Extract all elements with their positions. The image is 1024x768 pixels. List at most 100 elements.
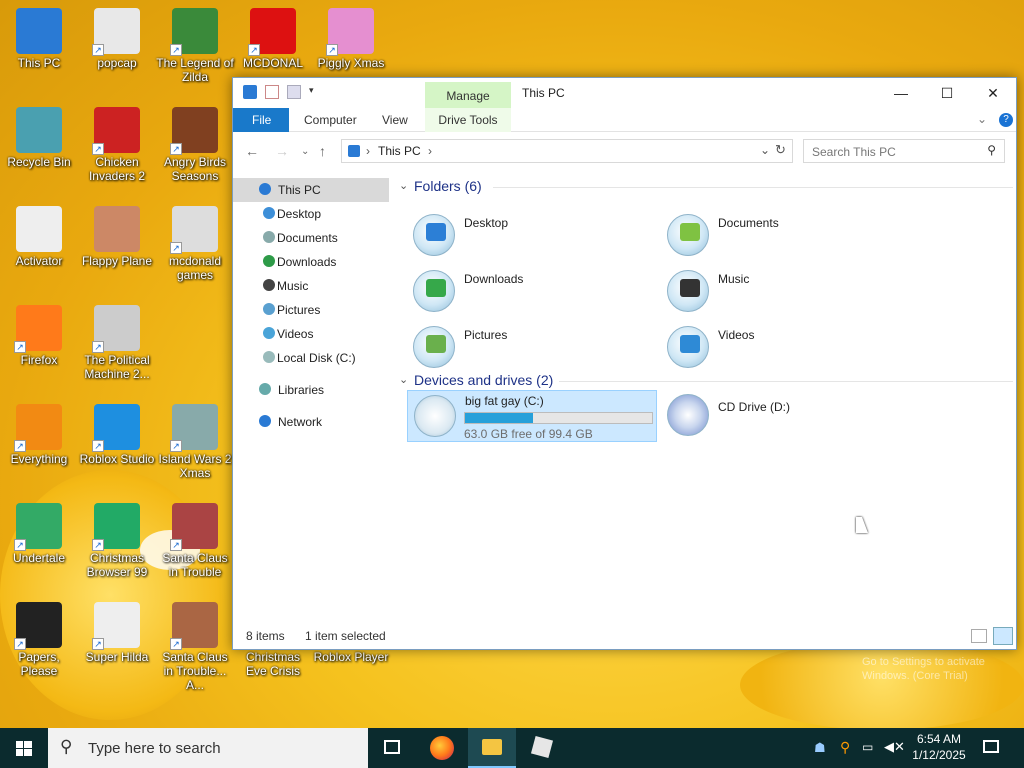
tab-file[interactable]: File (233, 108, 290, 132)
desktop-icon[interactable]: ↗ The Political Machine 2... (78, 305, 156, 381)
folder-icon (667, 326, 709, 368)
desktop-icon[interactable]: ↗ mcdonald games (156, 206, 234, 282)
folder-tile[interactable]: Desktop (407, 210, 657, 262)
forward-button[interactable]: → (275, 143, 289, 159)
up-button[interactable]: ↑ (319, 143, 326, 159)
folder-icon (667, 214, 709, 256)
address-bar[interactable]: › This PC › ⌄ (341, 139, 793, 163)
folder-tile[interactable]: Documents (661, 210, 911, 262)
nav-item[interactable]: Pictures (233, 298, 389, 322)
nav-item[interactable]: Network (233, 410, 389, 434)
nav-item[interactable]: Videos (233, 322, 389, 346)
desktop-icon[interactable]: ↗ Piggly Xmas (312, 8, 390, 70)
nav-item[interactable]: Documents (233, 226, 389, 250)
desktop-icon[interactable]: Flappy Plane (78, 206, 156, 268)
desktop-icon[interactable]: ↗ Santa Claus in Trouble (156, 503, 234, 579)
nav-item-label: This PC (278, 183, 321, 197)
desktop-icon[interactable]: This PC (0, 8, 78, 70)
drives-group-header[interactable]: ⌄ Devices and drives (2) (399, 372, 1013, 390)
app-icon: ↗ (14, 602, 62, 650)
desktop-icon[interactable]: ↗ MCDONAL (234, 8, 312, 70)
taskbar: ⚲ Type here to search ☗ ⚲ ▭ ◀✕ 6:54 AM 1… (0, 728, 1024, 768)
desktop-icon[interactable]: ↗ Chicken Invaders 2 (78, 107, 156, 183)
desktop-icon[interactable]: ↗ Firefox (0, 305, 78, 367)
folder-tile[interactable]: Music (661, 266, 911, 318)
desktop-icon[interactable]: ↗ Roblox Studio (78, 404, 156, 466)
nav-item-label: Network (278, 415, 323, 429)
app-icon: ↗ (92, 305, 140, 353)
desktop-icon[interactable]: ↗ Angry Birds Seasons (156, 107, 234, 183)
desktop-icon-label: Papers, Please (18, 650, 60, 678)
desktop-icon[interactable]: ↗ Everything (0, 404, 78, 466)
desktop-icon[interactable]: ↗ Super Hilda (78, 602, 156, 664)
close-button[interactable]: ✕ (970, 78, 1016, 108)
nav-item[interactable]: This PC (233, 178, 389, 202)
tab-view[interactable]: View (369, 108, 421, 132)
folders-group-header[interactable]: ⌄ Folders (6) (399, 178, 1013, 196)
shortcut-arrow-icon: ↗ (92, 539, 104, 551)
navigation-pane: This PC Desktop Documents Downloads Music Pic… (233, 178, 389, 434)
desktop-icon-label: This PC (17, 56, 61, 70)
address-dropdown-icon[interactable]: ⌄ (760, 143, 770, 157)
properties-icon[interactable] (265, 85, 279, 99)
drive-c[interactable]: big fat gay (C:) 63.0 GB free of 99.4 GB (407, 390, 657, 442)
search-icon: ⚲ (60, 737, 73, 756)
tab-computer[interactable]: Computer (291, 108, 370, 132)
desktop-icon[interactable]: ↗ The Legend of Zilda (156, 8, 234, 84)
volume-muted-icon[interactable]: ◀✕ (884, 739, 905, 755)
nav-item-icon (263, 351, 275, 363)
notifications-icon[interactable] (983, 740, 999, 753)
desktop-icon-label: Super Hilda (85, 650, 149, 664)
network-icon[interactable]: ▭ (862, 740, 873, 754)
desktop-icon[interactable]: ↗ Santa Claus in Trouble... A... (156, 602, 234, 692)
folder-tile[interactable]: Videos (661, 322, 911, 374)
start-button[interactable] (0, 728, 48, 768)
customize-qat-icon[interactable]: ▾ (309, 85, 317, 99)
desktop-icon[interactable]: Activator (0, 206, 78, 268)
file-explorer-taskbar-button[interactable] (468, 728, 516, 768)
nav-item[interactable]: Local Disk (C:) (233, 346, 389, 370)
minimize-button[interactable]: — (878, 78, 924, 108)
folder-icon (482, 739, 502, 755)
desktop-icon[interactable]: ↗ popcap (78, 8, 156, 70)
task-view-button[interactable] (368, 728, 416, 768)
desktop-icon-label: Roblox Studio (79, 452, 155, 466)
nav-item[interactable]: Music (233, 274, 389, 298)
desktop-icon[interactable]: ↗ Papers, Please (0, 602, 78, 678)
maximize-button[interactable]: ☐ (924, 78, 970, 108)
recent-locations-button[interactable]: ⌄ (301, 146, 309, 157)
breadcrumb-this-pc[interactable]: This PC (378, 144, 421, 158)
taskbar-search-box[interactable]: ⚲ Type here to search (48, 728, 368, 768)
app-icon (94, 206, 140, 252)
desktop-icon[interactable]: ↗ Christmas Browser 99 (78, 503, 156, 579)
drive-c-usage-bar (464, 412, 653, 424)
tab-drive-tools[interactable]: Drive Tools (425, 108, 511, 132)
desktop-icon[interactable]: Recycle Bin (0, 107, 78, 169)
search-tool-icon[interactable]: ⚲ (840, 739, 850, 756)
firefox-taskbar-button[interactable] (418, 728, 466, 768)
content-pane: ⌄ Folders (6) Desktop Documents Downloads M… (399, 178, 1013, 450)
search-box[interactable]: Search This PC ⚲ (803, 139, 1005, 163)
drives-grid: big fat gay (C:) 63.0 GB free of 99.4 GB… (399, 390, 1009, 450)
roblox-taskbar-button[interactable] (518, 728, 566, 768)
app-icon (16, 8, 62, 54)
refresh-icon[interactable]: ↻ (775, 142, 786, 158)
help-icon[interactable]: ? (999, 113, 1013, 127)
clock[interactable]: 6:54 AM 1/12/2025 (908, 731, 970, 763)
back-button[interactable]: ← (245, 143, 259, 159)
large-icons-view-icon[interactable] (993, 627, 1013, 645)
desktop-icon[interactable]: ↗ Undertale (0, 503, 78, 565)
network-user-icon[interactable]: ☗ (814, 740, 826, 756)
nav-item[interactable]: Downloads (233, 250, 389, 274)
expand-ribbon-icon[interactable]: ⌄ (977, 112, 987, 126)
folder-tile[interactable]: Pictures (407, 322, 657, 374)
app-icon: ↗ (170, 404, 218, 452)
details-view-icon[interactable] (971, 629, 987, 643)
desktop-icon[interactable]: ↗ Island Wars 2 Xmas (156, 404, 234, 480)
folder-tile[interactable]: Downloads (407, 266, 657, 318)
drive-d[interactable]: CD Drive (D:) (661, 390, 911, 442)
new-folder-icon[interactable] (287, 85, 301, 99)
nav-item[interactable]: Libraries (233, 378, 389, 402)
nav-item[interactable]: Desktop (233, 202, 389, 226)
activation-watermark: Go to Settings to activate Windows. (Cor… (862, 656, 985, 682)
